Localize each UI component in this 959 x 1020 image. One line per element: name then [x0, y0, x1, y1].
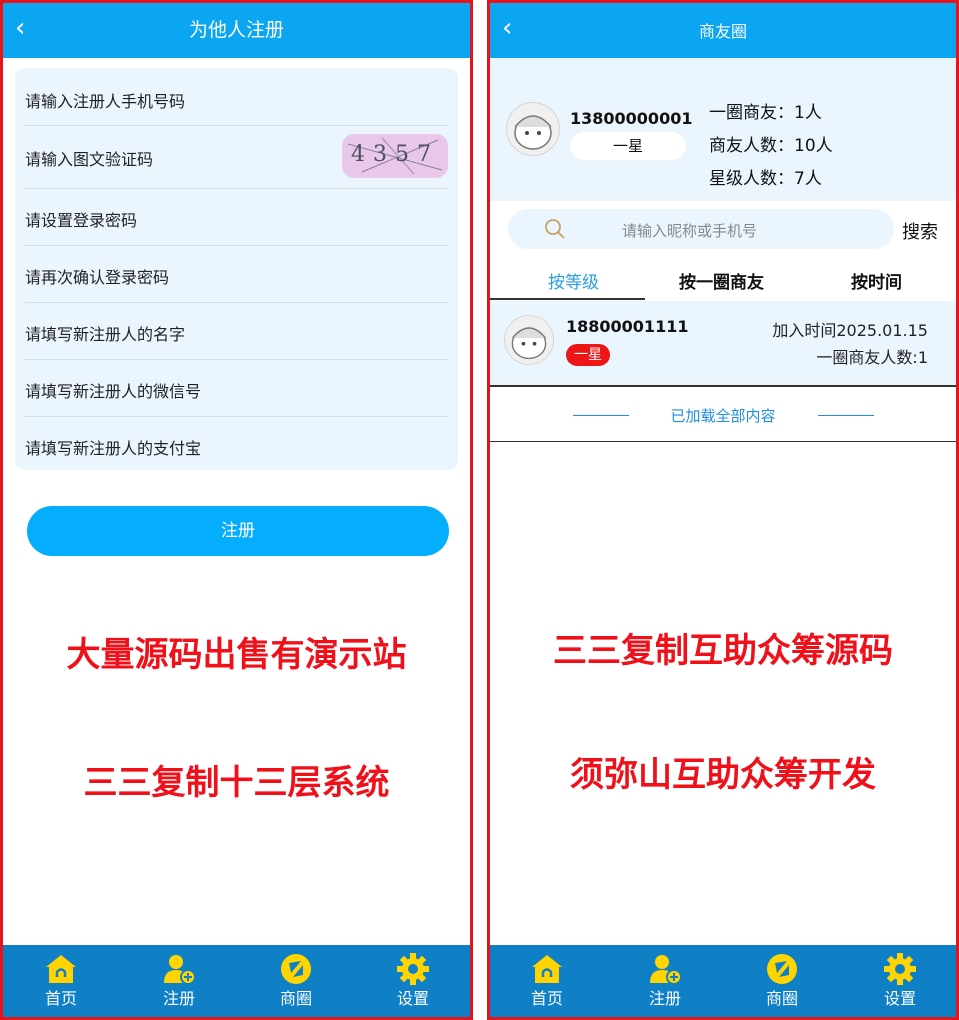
member-join-date: 加入时间2025.01.15: [772, 321, 928, 340]
profile-level-badge: 一星: [570, 132, 686, 160]
confirm-password-field[interactable]: 请再次确认登录密码: [25, 246, 448, 303]
phone-placeholder: 请输入注册人手机号码: [25, 92, 186, 111]
home-icon: [532, 955, 562, 983]
active-tab-indicator: [490, 298, 645, 300]
search-input[interactable]: 请输入昵称或手机号: [508, 209, 894, 249]
wechat-field[interactable]: 请填写新注册人的微信号: [25, 360, 448, 417]
bottom-nav: 首页 注册 商圈 设置: [3, 945, 470, 1017]
tab-by-level[interactable]: 按等级: [548, 268, 599, 293]
nav-settings-label: 设置: [396, 989, 429, 1008]
nav-circle[interactable]: 商圈: [742, 953, 822, 1009]
stat-friends: 商友人数：10人: [709, 136, 833, 156]
nav-register-label: 注册: [648, 989, 681, 1008]
nav-register-label: 注册: [162, 989, 195, 1008]
register-button[interactable]: 注册: [27, 506, 449, 556]
tab-by-time[interactable]: 按时间: [851, 268, 902, 293]
aperture-icon: [767, 954, 797, 984]
avatar-face-icon: [514, 115, 552, 150]
nav-register[interactable]: 注册: [139, 953, 219, 1009]
header-bar: ‹ 为他人注册: [3, 3, 470, 58]
page-title: 为他人注册: [188, 19, 284, 41]
avatar: [506, 102, 560, 156]
member-circle-count: 一圈商友人数:1: [816, 348, 928, 367]
nav-circle[interactable]: 商圈: [256, 953, 336, 1009]
divider: [490, 441, 956, 442]
add-user-icon: [650, 955, 682, 985]
nav-home[interactable]: 首页: [21, 953, 101, 1009]
list-item[interactable]: 18800001111 一星 加入时间2025.01.15 一圈商友人数:1: [490, 301, 956, 387]
name-field[interactable]: 请填写新注册人的名字: [25, 303, 448, 360]
register-form: 请输入注册人手机号码 请输入图文验证码 4357 请设置登录密码 请再次确认登录…: [15, 68, 458, 470]
nav-settings[interactable]: 设置: [373, 953, 453, 1009]
loaded-all-text: 已加载全部内容: [670, 407, 776, 425]
aperture-icon: [281, 954, 311, 984]
confirm-placeholder: 请再次确认登录密码: [25, 268, 170, 287]
gear-icon: [397, 953, 429, 985]
member-avatar: [504, 315, 554, 365]
alipay-field[interactable]: 请填写新注册人的支付宝: [25, 417, 448, 469]
password-placeholder: 请设置登录密码: [25, 211, 138, 230]
captcha-image[interactable]: 4357: [342, 134, 448, 178]
nav-home[interactable]: 首页: [507, 953, 587, 1009]
nav-circle-label: 商圈: [765, 989, 798, 1008]
gear-icon: [884, 953, 916, 985]
divider-line-right: [818, 415, 874, 416]
alipay-placeholder: 请填写新注册人的支付宝: [25, 439, 202, 458]
nav-settings-label: 设置: [883, 989, 916, 1008]
name-placeholder: 请填写新注册人的名字: [25, 325, 186, 344]
tab-by-first-circle[interactable]: 按一圈商友: [679, 268, 764, 293]
password-field[interactable]: 请设置登录密码: [25, 189, 448, 246]
stat-star: 星级人数：7人: [709, 169, 822, 189]
promo-line-2: 三三复制十三层系统: [83, 763, 390, 803]
promo-line-2: 须弥山互助众筹开发: [570, 755, 876, 795]
nav-home-label: 首页: [44, 989, 77, 1008]
page-title: 商友圈: [698, 22, 747, 41]
stat-first-circle: 一圈商友：1人: [709, 103, 822, 123]
register-screen: ‹ 为他人注册 请输入注册人手机号码 请输入图文验证码 4357 请设置登录密码…: [0, 0, 473, 1020]
promo-line-1: 大量源码出售有演示站: [66, 635, 407, 675]
header-bar: ‹ 商友圈: [490, 3, 956, 58]
captcha-field[interactable]: 请输入图文验证码 4357: [25, 126, 448, 189]
member-phone: 18800001111: [566, 317, 689, 336]
nav-home-label: 首页: [530, 989, 563, 1008]
phone-field[interactable]: 请输入注册人手机号码: [25, 68, 448, 126]
member-level-badge: 一星: [566, 344, 610, 366]
nav-register[interactable]: 注册: [625, 953, 705, 1009]
profile-card: 13800000001 一星 一圈商友：1人 商友人数：10人 星级人数：7人: [490, 58, 956, 201]
wechat-placeholder: 请填写新注册人的微信号: [25, 382, 202, 401]
captcha-code: 4357: [351, 142, 439, 167]
nav-circle-label: 商圈: [279, 989, 312, 1008]
add-user-icon: [164, 955, 196, 985]
profile-phone: 13800000001: [570, 109, 693, 128]
nav-settings[interactable]: 设置: [860, 953, 940, 1009]
panel-divider: [473, 0, 487, 1020]
search-icon: [545, 219, 565, 239]
captcha-placeholder: 请输入图文验证码: [25, 150, 154, 169]
avatar-face-icon: [511, 327, 547, 360]
circle-screen: ‹ 商友圈 13800000001 一星 一圈商友：1人 商友人数：10人 星级…: [487, 0, 959, 1020]
home-icon: [46, 955, 76, 983]
promo-line-1: 三三复制互助众筹源码: [553, 631, 893, 671]
search-button[interactable]: 搜索: [902, 218, 938, 244]
search-placeholder: 请输入昵称或手机号: [622, 222, 758, 240]
bottom-nav: 首页 注册 商圈 设置: [490, 945, 956, 1017]
